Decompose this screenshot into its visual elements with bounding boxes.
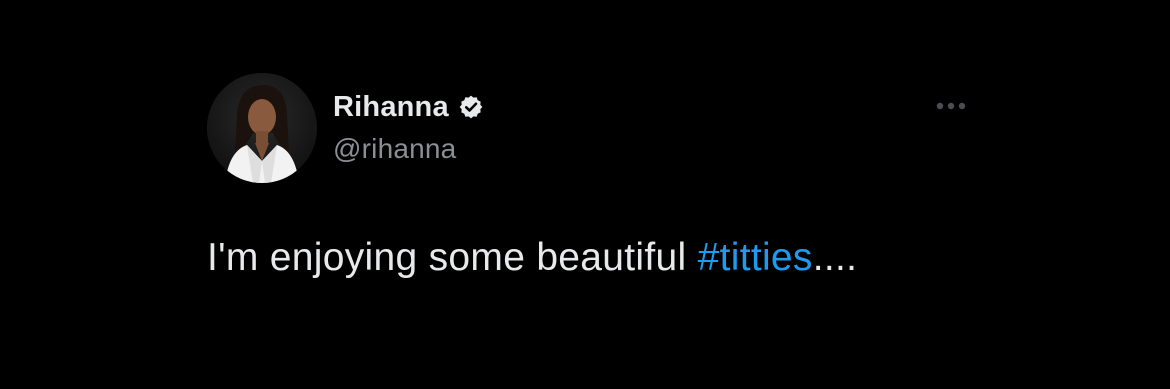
author-row: Rihanna xyxy=(333,90,484,124)
tweet-card: Rihanna @rihanna I'm enjoying some beaut… xyxy=(0,0,1170,389)
display-name[interactable]: Rihanna xyxy=(333,90,449,124)
more-options-icon[interactable] xyxy=(933,96,969,116)
tweet-text-after: .... xyxy=(812,236,858,279)
profile-photo xyxy=(207,73,317,183)
avatar[interactable] xyxy=(207,73,317,183)
handle[interactable]: @rihanna xyxy=(333,132,456,166)
tweet-text: I'm enjoying some beautiful #titties.... xyxy=(207,233,857,283)
hashtag-link[interactable]: #titties xyxy=(698,236,813,279)
tweet-text-before: I'm enjoying some beautiful xyxy=(207,236,698,279)
verified-badge-icon xyxy=(458,94,484,120)
